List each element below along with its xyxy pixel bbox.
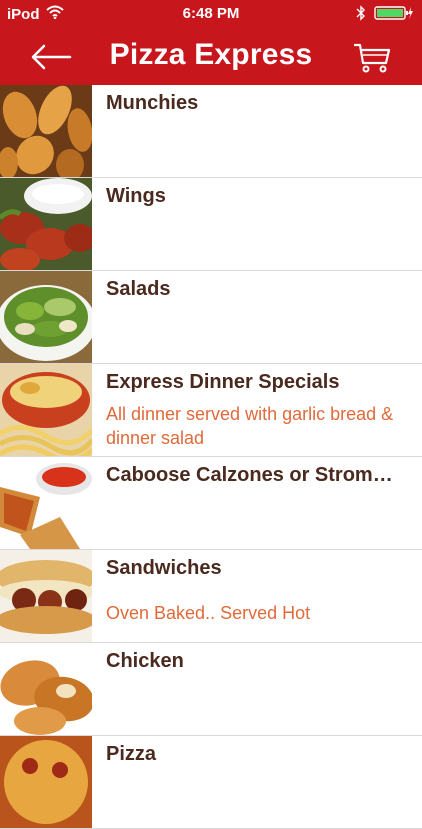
category-title: Salads: [106, 278, 171, 300]
category-row-dinner-specials[interactable]: Express Dinner Specials All dinner serve…: [0, 364, 422, 457]
category-row-chicken[interactable]: Chicken: [0, 643, 422, 736]
wings-thumbnail: [0, 178, 92, 270]
sandwiches-thumbnail: [0, 550, 92, 642]
category-title: Express Dinner Specials: [106, 371, 340, 393]
category-subtitle: Oven Baked.. Served Hot: [106, 603, 311, 623]
category-row-salads[interactable]: Salads: [0, 271, 422, 364]
category-title: Munchies: [106, 92, 199, 114]
salads-thumbnail: [0, 271, 92, 363]
category-row-munchies[interactable]: Munchies: [0, 85, 422, 178]
category-title: Caboose Calzones or Stromboli: [106, 464, 404, 486]
calzones-thumbnail: [0, 457, 92, 549]
category-list: Munchies Wings Salads Express Dinner Spe…: [0, 85, 422, 829]
app-header: iPod 6:48 PM Pizza Express: [0, 0, 422, 85]
status-right: [356, 5, 414, 25]
battery-icon: [374, 5, 414, 25]
cart-button[interactable]: [352, 40, 392, 74]
category-row-wings[interactable]: Wings: [0, 178, 422, 271]
munchies-thumbnail: [0, 85, 92, 177]
category-row-sandwiches[interactable]: Sandwiches Oven Baked.. Served Hot: [0, 550, 422, 643]
bluetooth-icon: [356, 5, 366, 25]
category-row-calzones[interactable]: Caboose Calzones or Stromboli: [0, 457, 422, 550]
category-title: Chicken: [106, 650, 184, 672]
cart-icon: [354, 43, 391, 73]
category-title: Pizza: [106, 743, 157, 765]
nav-bar: Pizza Express: [0, 28, 422, 85]
category-title: Sandwiches: [106, 557, 222, 579]
category-subtitle: All dinner served with garlic bread & di…: [106, 404, 394, 448]
dinner-specials-thumbnail: [0, 364, 92, 456]
status-bar: iPod 6:48 PM: [0, 0, 422, 28]
category-title: Wings: [106, 185, 166, 207]
chicken-thumbnail: [0, 643, 92, 735]
